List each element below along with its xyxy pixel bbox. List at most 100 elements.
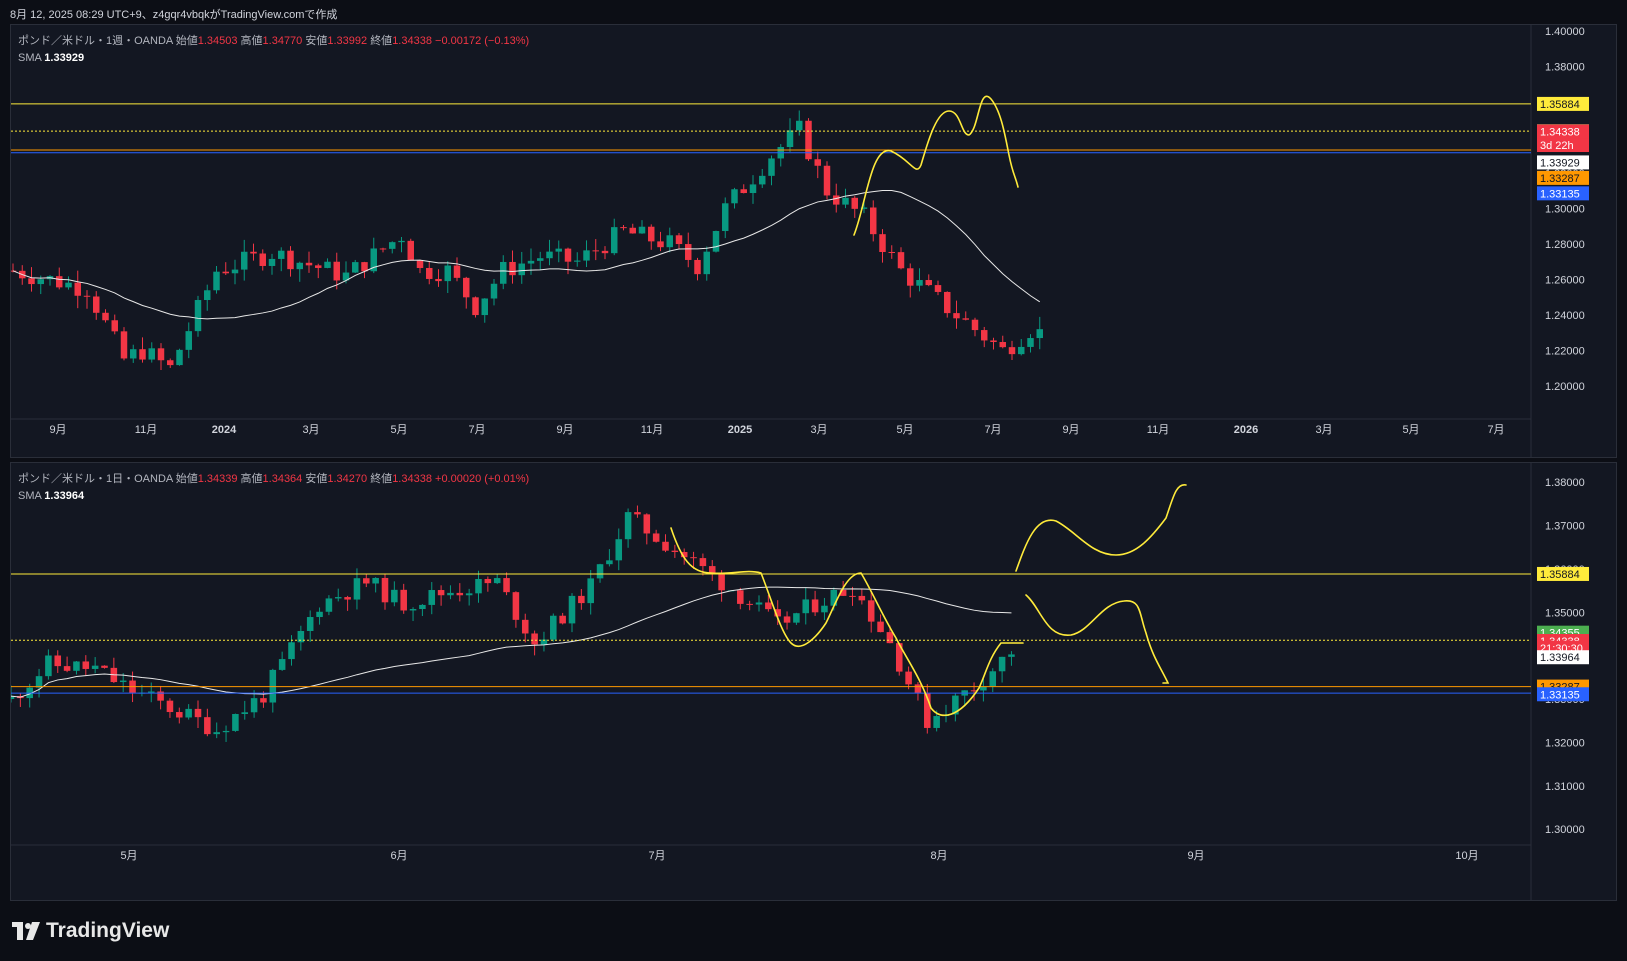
time-axis-label: 11月 — [135, 424, 157, 436]
candle-body — [971, 319, 979, 331]
candle-body — [643, 514, 651, 534]
price-axis-tick: 1.22000 — [1545, 346, 1585, 358]
high-label: 高値 — [240, 35, 263, 47]
change-value: +0.00020 (+0.01%) — [435, 473, 530, 485]
candle-body — [737, 590, 744, 604]
candle-body — [119, 680, 127, 683]
candle-body — [564, 248, 572, 262]
price-axis-tick: 1.26000 — [1545, 275, 1585, 287]
candle-body — [512, 592, 520, 620]
candle-body — [858, 595, 866, 601]
daily-chart-pane[interactable]: ポンド／米ドル・1日・OANDA 始値1.34339 高値1.34364 安値1… — [10, 462, 1617, 901]
weekly-symbol[interactable]: ポンド／米ドル・1週・OANDA — [18, 35, 173, 47]
candle-body — [296, 262, 303, 270]
candle-body — [56, 276, 63, 288]
time-axis-label: 2025 — [728, 424, 752, 436]
high-label: 高値 — [240, 473, 263, 485]
weekly-candlestick-chart[interactable]: 1.400001.380001.360001.340001.320001.300… — [11, 25, 1617, 458]
candle-body — [287, 250, 294, 270]
candle-body — [54, 655, 62, 667]
candle-body — [914, 684, 922, 693]
candle-body — [888, 251, 895, 253]
price-axis-tick: 1.37000 — [1545, 521, 1585, 533]
candle-body — [568, 595, 576, 624]
candle-body — [953, 313, 960, 319]
close-value: 1.34338 — [392, 35, 432, 47]
time-axis-label: 11月 — [1147, 424, 1169, 436]
candle-body — [166, 700, 174, 713]
candle-body — [435, 278, 442, 282]
candle-body — [897, 252, 905, 269]
weekly-chart-pane[interactable]: ポンド／米ドル・1週・OANDA 始値1.34503 高値1.34770 安値1… — [10, 24, 1617, 458]
candle-body — [35, 676, 43, 688]
daily-candlestick-chart[interactable]: 1.380001.370001.360001.350001.340001.330… — [11, 463, 1617, 901]
candle-body — [944, 291, 951, 314]
candle-body — [694, 259, 701, 275]
candle-body — [278, 250, 285, 259]
candle-body — [793, 613, 800, 623]
candle-body — [634, 512, 641, 515]
candle-body — [546, 251, 553, 259]
candle-body — [537, 258, 544, 261]
sma-line — [12, 190, 1041, 320]
candle-body — [213, 271, 220, 291]
candle-body — [250, 698, 258, 713]
candle-body — [559, 615, 566, 624]
candle-body — [490, 283, 498, 299]
candle-body — [73, 661, 80, 671]
candle-body — [578, 595, 585, 604]
candle-body — [315, 265, 322, 268]
candle-body — [877, 621, 884, 633]
candle-body — [527, 260, 535, 264]
price-axis-tick: 1.28000 — [1545, 239, 1585, 251]
candle-body — [316, 611, 323, 618]
candle-body — [759, 175, 766, 185]
candle-body — [409, 609, 417, 611]
price-axis-tick: 1.31000 — [1545, 781, 1585, 793]
candle-body — [83, 295, 91, 297]
candle-body — [708, 566, 716, 574]
price-axis-tick: 1.30000 — [1545, 824, 1585, 836]
candle-body — [916, 280, 923, 286]
candles — [11, 110, 1043, 370]
candle-body — [934, 285, 942, 292]
open-value: 1.34503 — [197, 35, 238, 47]
time-axis-label: 9月 — [49, 424, 66, 436]
daily-symbol[interactable]: ポンド／米ドル・1日・OANDA — [18, 473, 173, 485]
time-axis-label: 3月 — [810, 424, 827, 436]
candle-body — [712, 231, 720, 252]
candle-body — [176, 712, 183, 718]
candle-body — [444, 265, 451, 282]
daily-sma-row[interactable]: SMA 1.33964 — [18, 488, 529, 505]
time-axis-label: 7月 — [648, 850, 665, 862]
hand-drawing — [853, 95, 1019, 236]
candle-body — [509, 261, 516, 276]
candle-body — [849, 595, 856, 597]
candle-body — [783, 616, 791, 623]
candle-body — [268, 258, 276, 266]
candle-body — [82, 661, 90, 669]
candle-body — [531, 633, 538, 645]
close-label: 終値 — [370, 35, 393, 47]
time-axis-label: 7月 — [468, 424, 485, 436]
candle-body — [232, 713, 239, 731]
candle-body — [521, 619, 529, 634]
time-axis-label: 8月 — [930, 850, 947, 862]
change-value: −0.00172 (−0.13%) — [435, 35, 530, 47]
hand-drawing — [670, 527, 1024, 717]
weekly-sma-row[interactable]: SMA 1.33929 — [18, 50, 529, 67]
hand-drawing — [1025, 594, 1170, 684]
candle-body — [139, 349, 146, 360]
daily-ohlc-row: ポンド／米ドル・1日・OANDA 始値1.34339 高値1.34364 安値1… — [18, 471, 529, 488]
time-axis-label: 9月 — [1187, 850, 1204, 862]
sma-value: 1.33964 — [44, 490, 85, 502]
time-axis-label: 9月 — [556, 424, 573, 436]
high-value: 1.34364 — [262, 473, 303, 485]
candle-body — [830, 589, 838, 606]
tradingview-logo[interactable]: TradingView — [12, 919, 169, 943]
candle-body — [624, 512, 632, 540]
candle-body — [685, 244, 692, 260]
time-axis-label: 3月 — [1315, 424, 1332, 436]
candle-body — [157, 348, 165, 361]
candle-body — [981, 330, 988, 341]
